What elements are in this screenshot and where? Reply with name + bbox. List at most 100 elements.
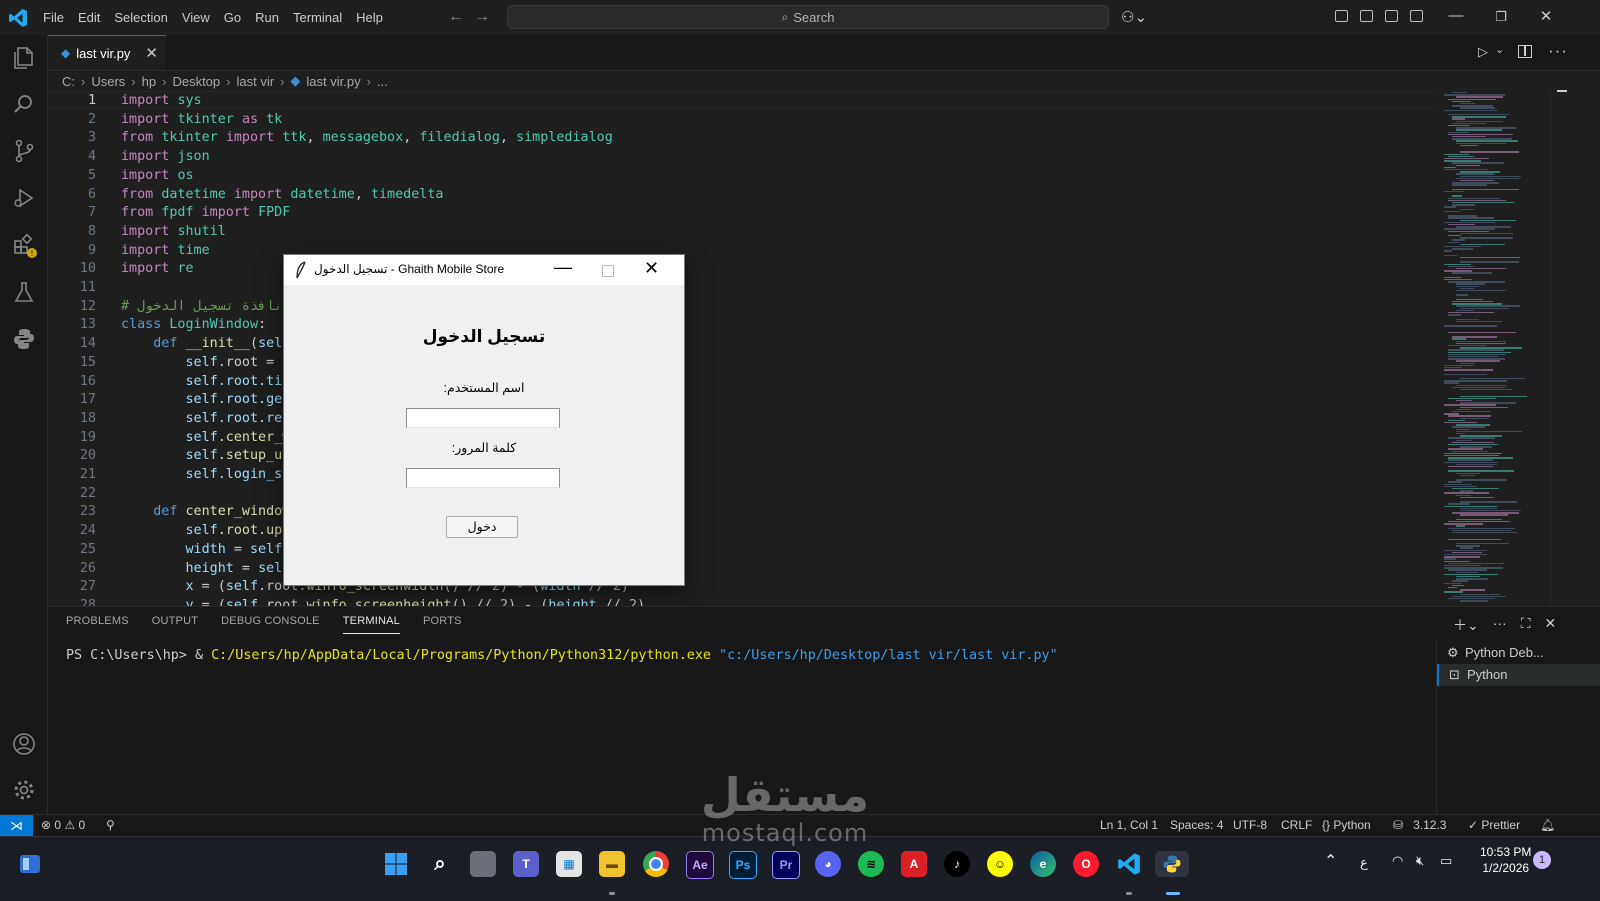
menu-view[interactable]: View [175,6,217,29]
menu-terminal[interactable]: Terminal [286,6,349,29]
more-actions-icon[interactable]: ··· [1493,615,1507,635]
run-python-file-icon[interactable]: ▷ [1478,44,1488,60]
wifi-icon[interactable]: ◠ [1392,853,1403,869]
toggle-panel-icon[interactable] [1385,10,1398,22]
terminal-item-python-debug[interactable]: ⚙ Python Deb... [1437,642,1600,664]
split-editor-icon[interactable] [1518,45,1532,58]
file-explorer-icon[interactable]: ▬ [599,851,625,877]
remote-indicator-icon[interactable]: ⋊ [0,815,33,837]
cursor-position[interactable]: Ln 1, Col 1 [1100,818,1158,832]
snapchat-icon[interactable]: ☺ [987,851,1013,877]
edge-icon[interactable]: e [1030,851,1056,877]
run-debug-icon[interactable] [11,185,37,211]
command-center-search[interactable]: ⌕ Search [507,5,1109,29]
back-arrow-icon[interactable]: ← [448,8,464,26]
more-actions-icon[interactable]: ··· [1548,41,1568,61]
windows-start-icon[interactable] [383,851,409,877]
vscode-taskbar-icon[interactable] [1116,851,1142,877]
menu-selection[interactable]: Selection [107,6,174,29]
minimize-icon[interactable]: — [1446,7,1466,24]
teams-icon[interactable]: T [513,851,539,877]
forward-arrow-icon[interactable]: → [474,8,490,26]
python-icon[interactable] [11,326,37,352]
prettier-status[interactable]: ✓ Prettier [1468,818,1520,832]
menu-run[interactable]: Run [248,6,286,29]
battery-icon[interactable]: ▭ [1440,853,1452,869]
copilot-icon[interactable]: ⚇⌄ [1121,8,1147,26]
customize-layout-icon[interactable] [1335,10,1348,22]
tab-ports[interactable]: PORTS [423,615,462,634]
breadcrumb-item[interactable]: C: [62,74,75,89]
source-control-icon[interactable] [11,138,37,164]
opera-icon[interactable]: O [1073,851,1099,877]
tab-output[interactable]: OUTPUT [152,615,198,634]
taskbar-search-icon[interactable]: ⌕ [427,851,453,877]
widgets-icon[interactable] [17,851,43,877]
new-terminal-icon[interactable]: ＋⌄ [1453,615,1479,635]
toggle-secondary-sidebar-icon[interactable] [1410,10,1423,22]
store-icon[interactable]: ▦ [556,851,582,877]
chevron-down-icon[interactable]: ⌄ [1495,43,1504,56]
chevron-up-icon[interactable]: ⌃ [1324,851,1337,871]
line-ending[interactable]: CRLF [1281,818,1312,832]
acrobat-icon[interactable]: A [901,851,927,877]
breadcrumb-item[interactable]: Users [91,74,125,89]
python-interpreter[interactable]: ⛁ 3.12.3 [1393,818,1446,832]
extensions-icon[interactable]: ! [11,232,37,258]
language-mode[interactable]: {} Python [1322,818,1371,832]
password-input[interactable] [406,468,560,488]
close-icon[interactable]: ✕ [1536,7,1556,25]
editor-scrollbar[interactable] [1550,90,1564,606]
input-language[interactable]: ع [1360,855,1368,871]
close-tab-icon[interactable]: ✕ [145,44,158,62]
chrome-icon[interactable] [643,851,669,877]
terminal-item-python[interactable]: ⊡ Python [1437,664,1600,686]
menu-edit[interactable]: Edit [71,6,107,29]
tiktok-icon[interactable]: ♪ [944,851,970,877]
photoshop-icon[interactable]: Ps [729,851,757,879]
debug-launch-icon[interactable]: ⚲ [106,818,115,832]
accounts-icon[interactable] [11,731,37,757]
menu-go[interactable]: Go [217,6,248,29]
notifications-bell-icon[interactable]: 🔔︎ [1540,818,1555,832]
settings-gear-icon[interactable] [11,777,37,803]
breadcrumb-item[interactable]: ... [377,74,388,89]
username-input[interactable] [406,408,560,428]
notification-badge[interactable]: 1 [1533,851,1551,869]
tab-last-vir-py[interactable]: ◆ last vir.py ✕ [48,35,166,70]
close-icon[interactable]: ✕ [644,258,659,279]
tab-debug-console[interactable]: DEBUG CONSOLE [221,615,320,634]
python-tk-taskbar-icon[interactable] [1155,851,1189,877]
breadcrumb-item[interactable]: last vir.py [306,74,360,89]
breadcrumb-item[interactable]: Desktop [172,74,220,89]
tab-terminal[interactable]: TERMINAL [342,615,400,634]
restore-icon[interactable]: ❐ [1491,9,1511,25]
after-effects-icon[interactable]: Ae [686,851,714,879]
clock[interactable]: 10:53 PM 1/2/2026 [1480,844,1531,876]
discord-icon[interactable]: ◕ [815,851,841,877]
volume-muted-icon[interactable]: 🔇︎ [1416,853,1424,869]
task-view-icon[interactable] [470,851,496,877]
code-editor[interactable]: 1 import sys 2 import tkinter as tk 3 from tk… [48,90,1436,606]
toggle-primary-sidebar-icon[interactable] [1360,10,1373,22]
close-panel-icon[interactable]: ✕ [1545,615,1557,635]
terminal-output-line[interactable]: PS C:\Users\hp> & C:/Users/hp/AppData/Lo… [66,648,1058,663]
encoding[interactable]: UTF-8 [1233,818,1267,832]
premiere-icon[interactable]: Pr [772,851,800,879]
explorer-icon[interactable] [11,45,37,71]
breadcrumb-item[interactable]: hp [142,74,156,89]
minimize-icon[interactable]: — [554,257,572,278]
testing-flask-icon[interactable] [11,279,37,305]
spotify-icon[interactable]: ≋ [858,851,884,877]
login-button[interactable]: دخول [446,516,518,538]
dialog-title-bar[interactable]: تسجيل الدخول - Ghaith Mobile Store — ✕ [284,255,684,285]
minimap[interactable] [1438,90,1550,606]
breadcrumb-item[interactable]: last vir [237,74,275,89]
problems-indicator[interactable]: ⊗ 0 ⚠ 0 [41,818,85,832]
menu-file[interactable]: File [36,6,71,29]
menu-help[interactable]: Help [349,6,390,29]
search-icon[interactable] [11,91,37,117]
tab-problems[interactable]: PROBLEMS [66,615,129,634]
maximize-panel-icon[interactable]: ⛶ [1521,615,1531,635]
indentation[interactable]: Spaces: 4 [1170,818,1223,832]
